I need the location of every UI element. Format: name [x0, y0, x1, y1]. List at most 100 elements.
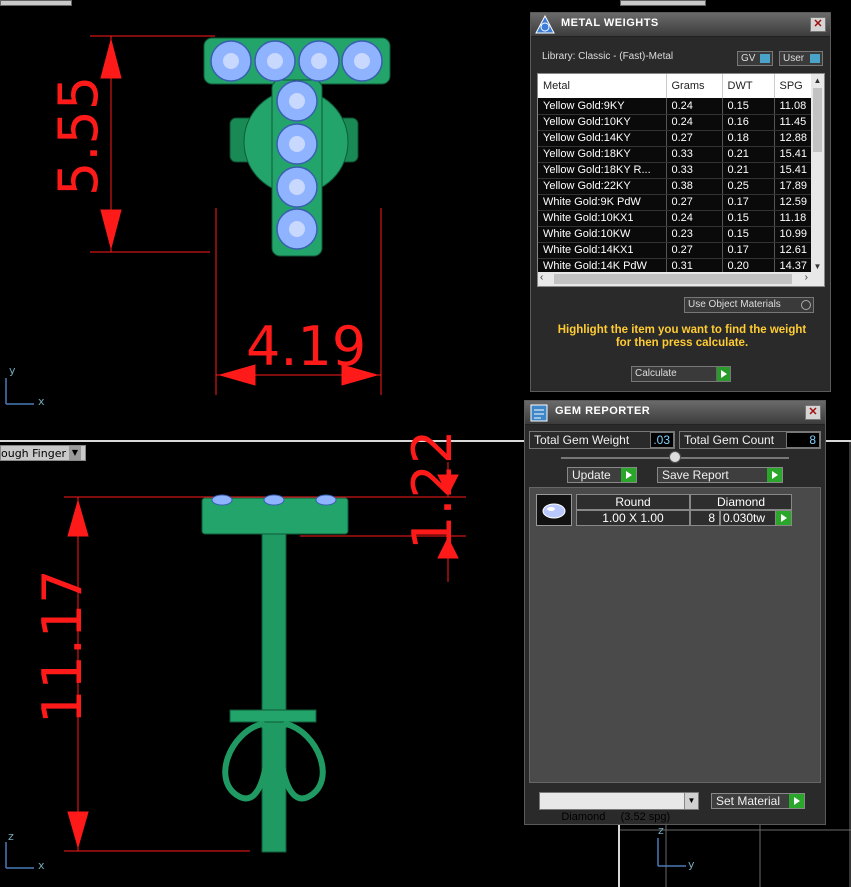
- metal-name-cell: White Gold:10KW: [538, 226, 667, 243]
- grams-cell: 0.24: [666, 114, 723, 131]
- table-row[interactable]: Yellow Gold:18KY R... 0.33 0.21 15.41: [538, 162, 813, 179]
- table-row[interactable]: Yellow Gold:14KY 0.27 0.18 12.88: [538, 130, 813, 147]
- column-header-dwt[interactable]: DWT: [722, 74, 775, 98]
- metal-weights-panel[interactable]: METAL WEIGHTS ✕ Library: Classic - (Fast…: [530, 12, 831, 392]
- viewport-name-label: ough Finger: [1, 447, 66, 460]
- metal-name-cell: White Gold:9K PdW: [538, 194, 667, 211]
- close-icon[interactable]: ✕: [805, 405, 821, 420]
- chevron-down-icon: ▼: [68, 446, 81, 460]
- table-row[interactable]: White Gold:14KX1 0.27 0.17 12.61: [538, 242, 813, 259]
- update-label: Update: [572, 468, 611, 482]
- play-icon: [716, 367, 730, 381]
- spg-cell: 10.99: [774, 226, 813, 243]
- grams-cell: 0.27: [666, 242, 723, 259]
- scroll-thumb-horizontal[interactable]: [554, 274, 792, 284]
- spg-cell: 17.89: [774, 178, 813, 195]
- diamond-icon: [542, 503, 566, 519]
- table-row[interactable]: White Gold:10KW 0.23 0.15 10.99: [538, 226, 813, 243]
- axis-x-label: x: [38, 395, 45, 408]
- slider-handle-icon[interactable]: [669, 451, 681, 463]
- scroll-thumb[interactable]: [813, 88, 822, 152]
- gem-thumbnail[interactable]: [536, 494, 572, 526]
- metal-name-cell: White Gold:10KX1: [538, 210, 667, 227]
- axis-y-label-right: y: [688, 858, 695, 871]
- spg-cell: 15.41: [774, 146, 813, 163]
- panel-tab-stub[interactable]: [620, 0, 706, 6]
- library-label: Library: Classic - (Fast)-Metal: [542, 51, 674, 62]
- spg-cell: 12.59: [774, 194, 813, 211]
- dwt-cell: 0.15: [722, 210, 775, 227]
- column-header-spg[interactable]: SPG: [774, 74, 813, 98]
- dwt-cell: 0.17: [722, 194, 775, 211]
- update-button[interactable]: Update: [567, 467, 637, 483]
- set-material-button[interactable]: Set Material: [711, 793, 805, 809]
- metal-weights-titlebar[interactable]: METAL WEIGHTS ✕: [531, 13, 830, 37]
- vertical-scrollbar[interactable]: ▲ ▼: [811, 74, 824, 274]
- grams-cell: 0.33: [666, 162, 723, 179]
- metal-name-cell: Yellow Gold:14KY: [538, 130, 667, 147]
- table-row[interactable]: Yellow Gold:22KY 0.38 0.25 17.89: [538, 178, 813, 195]
- use-object-materials-toggle[interactable]: Use Object Materials: [684, 297, 814, 313]
- user-label: User: [783, 53, 805, 64]
- gem-reporter-titlebar[interactable]: GEM REPORTER ✕: [525, 401, 825, 425]
- table-row[interactable]: Yellow Gold:10KY 0.24 0.16 11.45: [538, 114, 813, 131]
- gv-label: GV: [741, 53, 756, 64]
- viewport-name-dropdown[interactable]: ough Finger ▼: [0, 445, 86, 461]
- metal-name-cell: Yellow Gold:22KY: [538, 178, 667, 195]
- total-gem-weight-value: .03: [650, 432, 674, 448]
- scroll-up-icon[interactable]: ▲: [811, 74, 824, 88]
- toggle-icon: [760, 54, 770, 63]
- metal-table-container[interactable]: Metal Grams DWT SPG Yellow Gold:9KY 0.24 0…: [537, 73, 825, 287]
- total-gem-weight-label: Total Gem Weight: [534, 433, 630, 447]
- total-gem-count-label: Total Gem Count: [684, 433, 775, 447]
- gem-shape-header: Round: [576, 494, 690, 510]
- table-row[interactable]: White Gold:9K PdW 0.27 0.17 12.59: [538, 194, 813, 211]
- spg-cell: 11.18: [774, 210, 813, 227]
- gem-list-area[interactable]: Round Diamond 1.00 X 1.00 8 0.030tw: [529, 487, 821, 783]
- metal-name-cell: Yellow Gold:9KY: [538, 98, 667, 115]
- axis-x-label-bottom: x: [38, 859, 45, 872]
- table-row[interactable]: Yellow Gold:9KY 0.24 0.15 11.08: [538, 98, 813, 115]
- gv-toggle[interactable]: GV: [737, 51, 773, 66]
- dwt-cell: 0.17: [722, 242, 775, 259]
- close-icon[interactable]: ✕: [810, 17, 826, 32]
- metal-weights-app-icon: [535, 15, 555, 34]
- metal-table-header: Metal Grams DWT SPG: [538, 74, 813, 98]
- grams-cell: 0.27: [666, 194, 723, 211]
- spg-cell: 12.61: [774, 242, 813, 259]
- metal-weights-title: METAL WEIGHTS: [561, 17, 659, 29]
- material-select[interactable]: Diamond (3.52 spg) ▼: [539, 792, 699, 823]
- table-row[interactable]: Yellow Gold:18KY 0.33 0.21 15.41: [538, 146, 813, 163]
- play-icon: [776, 511, 791, 525]
- viewport-top[interactable]: 5.55 4.19 y x: [0, 0, 530, 440]
- user-toggle[interactable]: User: [779, 51, 823, 66]
- cad-workspace[interactable]: 5.55 4.19 y x ough Finger ▼ 11.17 1.22 z…: [0, 0, 851, 887]
- play-icon: [621, 468, 636, 482]
- gem-reporter-panel[interactable]: GEM REPORTER ✕ Total Gem Weight .03 Tota…: [524, 400, 826, 825]
- calculate-button[interactable]: Calculate: [631, 366, 731, 382]
- save-report-button[interactable]: Save Report: [657, 467, 783, 483]
- scroll-left-icon[interactable]: ‹: [540, 272, 543, 283]
- total-weight-box: Total Gem Weight .03: [529, 431, 675, 449]
- scroll-right-icon[interactable]: ›: [805, 272, 808, 283]
- grams-cell: 0.27: [666, 130, 723, 147]
- column-header-metal[interactable]: Metal: [538, 74, 667, 98]
- dimension-width-label: 4.19: [246, 315, 367, 378]
- gem-row-go-button[interactable]: [776, 510, 792, 526]
- grams-cell: 0.23: [666, 226, 723, 243]
- dimension-height-label: 5.55: [47, 75, 110, 196]
- metal-table: Metal Grams DWT SPG Yellow Gold:9KY 0.24 0…: [538, 74, 813, 275]
- column-header-grams[interactable]: Grams: [666, 74, 723, 98]
- table-row[interactable]: White Gold:10KX1 0.24 0.15 11.18: [538, 210, 813, 227]
- dwt-cell: 0.25: [722, 178, 775, 195]
- calculate-label: Calculate: [635, 368, 677, 379]
- dwt-cell: 0.16: [722, 114, 775, 131]
- calculate-hint: Highlight the item you want to find the …: [557, 324, 807, 349]
- gem-row[interactable]: Round Diamond 1.00 X 1.00 8 0.030tw: [576, 494, 792, 526]
- radio-icon: [801, 300, 811, 310]
- play-icon: [767, 468, 782, 482]
- total-gem-count-value: 8: [786, 432, 820, 448]
- dwt-cell: 0.15: [722, 226, 775, 243]
- horizontal-scrollbar[interactable]: ‹ ›: [538, 272, 824, 286]
- spg-cell: 12.88: [774, 130, 813, 147]
